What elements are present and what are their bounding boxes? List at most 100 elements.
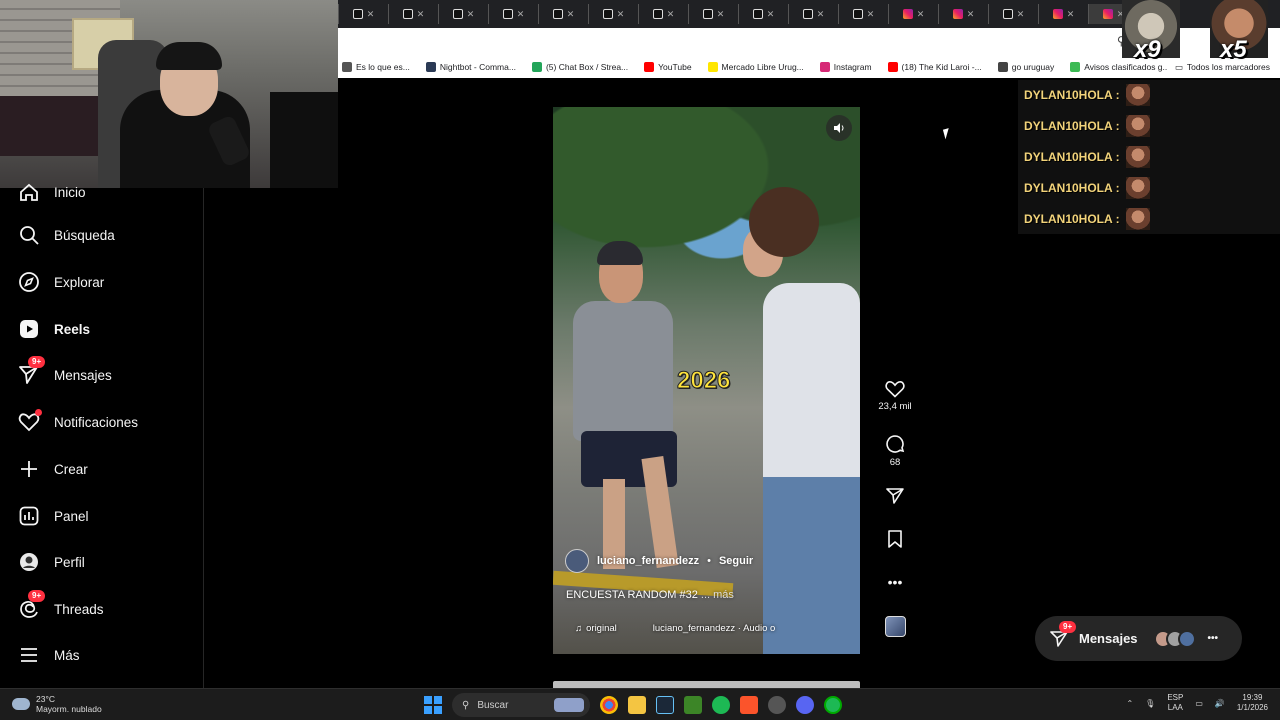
close-icon[interactable]: ✕	[517, 9, 525, 20]
steam-icon[interactable]	[656, 696, 674, 714]
share-action[interactable]	[873, 487, 917, 505]
browser-tab[interactable]: ✕	[488, 4, 538, 24]
bookmark-label: go uruguay	[1011, 62, 1055, 72]
bookmark-item[interactable]: YouTube	[644, 62, 692, 72]
browser-tab[interactable]: ✕	[888, 4, 938, 24]
close-icon[interactable]: ✕	[567, 9, 575, 20]
bookmark-item[interactable]: Nightbot - Comma...	[425, 62, 516, 72]
browser-tab[interactable]: ✕	[688, 4, 738, 24]
reel-video[interactable]: 2026 luciano_fernandezz • Seguir ENCUEST…	[553, 107, 860, 654]
chat-emote	[1125, 208, 1150, 230]
tiktok-icon	[502, 9, 513, 19]
browser-tab[interactable]: ✕	[738, 4, 788, 24]
sidebar-item-plus[interactable]: Crear	[18, 458, 88, 480]
app-icon[interactable]	[768, 696, 786, 714]
bookmark-item[interactable]: Instagram	[819, 62, 872, 72]
browser-tab[interactable]: ✕	[838, 4, 888, 24]
bookmark-item[interactable]: Es lo que es...	[342, 62, 410, 72]
close-icon[interactable]: ✕	[667, 9, 675, 20]
close-icon[interactable]: ✕	[417, 9, 425, 20]
bookmark-item[interactable]: (5) Chat Box / Strea...	[531, 62, 628, 72]
close-icon[interactable]: ✕	[1067, 9, 1075, 20]
sidebar-item-home[interactable]: Inicio	[18, 181, 86, 203]
language-indicator[interactable]: ESP LAA	[1167, 693, 1183, 713]
chrome-icon[interactable]	[600, 696, 618, 714]
author-username[interactable]: luciano_fernandezz	[597, 555, 699, 567]
more-options-button[interactable]: •••	[873, 574, 917, 590]
browser-tab[interactable]: ✕	[388, 4, 438, 24]
minecraft-icon[interactable]	[684, 696, 702, 714]
bookmark-item[interactable]: (18) The Kid Laroi -...	[887, 62, 982, 72]
chart-icon	[18, 505, 40, 527]
send-icon[interactable]	[885, 487, 905, 505]
comment-icon[interactable]	[885, 434, 905, 454]
more-link[interactable]: ... más	[701, 589, 734, 601]
bookmark-label: Es lo que es...	[356, 62, 410, 72]
close-icon[interactable]: ✕	[867, 9, 875, 20]
close-icon[interactable]: ✕	[1017, 9, 1025, 20]
clock[interactable]: 19:39 1/1/2026	[1237, 693, 1268, 713]
bookmark-item[interactable]: Mercado Libre Urug...	[707, 62, 804, 72]
close-icon[interactable]: ✕	[817, 9, 825, 20]
streamer-cap	[156, 42, 222, 70]
sidebar-item-compass[interactable]: Explorar	[18, 271, 104, 293]
sidebar-item-threads[interactable]: 9+ Threads	[18, 590, 104, 620]
audio-thumbnail[interactable]	[885, 616, 906, 637]
network-icon[interactable]: ▭	[1195, 699, 1203, 708]
close-icon[interactable]: ✕	[767, 9, 775, 20]
like-action[interactable]: 23,4 mil	[873, 380, 917, 412]
browser-tab[interactable]: ✕	[538, 4, 588, 24]
browser-tab[interactable]: ✕	[938, 4, 988, 24]
brave-icon[interactable]	[740, 696, 758, 714]
app-green-icon[interactable]	[824, 696, 842, 714]
author-avatar[interactable]	[565, 549, 589, 573]
messages-pill[interactable]: 9+ Mensajes •••	[1035, 616, 1242, 661]
chevron-up-icon[interactable]: ⌃	[1126, 699, 1133, 708]
bookmark-label: YouTube	[658, 62, 692, 72]
file-explorer-icon[interactable]	[628, 696, 646, 714]
browser-tab[interactable]: ✕	[338, 4, 388, 24]
reel-audio[interactable]: ♫ original luciano_fernandezz · Audio o	[575, 623, 775, 634]
browser-tab[interactable]: ✕	[1038, 4, 1088, 24]
browser-tab[interactable]: ✕	[988, 4, 1038, 24]
taskbar-search[interactable]: ⚲ Buscar	[452, 693, 590, 717]
close-icon[interactable]: ✕	[717, 9, 725, 20]
browser-tab[interactable]: ✕	[588, 4, 638, 24]
ellipsis-icon[interactable]: •••	[888, 574, 903, 590]
close-icon[interactable]: ✕	[967, 9, 975, 20]
close-icon[interactable]: ✕	[367, 9, 375, 20]
message-avatars	[1153, 629, 1196, 648]
sidebar-item-search[interactable]: Búsqueda	[18, 224, 115, 246]
windows-start-icon[interactable]	[424, 696, 442, 714]
microphone-icon[interactable]: 🎙	[1145, 699, 1155, 708]
browser-tab[interactable]: ✕	[438, 4, 488, 24]
browser-tab[interactable]: ✕	[788, 4, 838, 24]
sidebar-item-messenger[interactable]: 9+ Mensajes	[18, 356, 112, 386]
tiktok-icon	[352, 9, 363, 19]
comment-action[interactable]: 68	[873, 434, 917, 468]
close-icon[interactable]: ✕	[617, 9, 625, 20]
heart-icon[interactable]	[885, 380, 905, 398]
all-bookmarks-button[interactable]: ▭ Todos los marcadores	[1166, 56, 1270, 78]
spotify-icon[interactable]	[712, 696, 730, 714]
sidebar-item-chart[interactable]: Panel	[18, 505, 89, 527]
sidebar-item-reels[interactable]: Reels	[18, 318, 90, 340]
reel-caption: ENCUESTA RANDOM #32 ... más	[566, 589, 734, 601]
volume-icon[interactable]: 🔊	[1215, 699, 1225, 708]
sidebar-item-menu[interactable]: Más	[18, 644, 80, 666]
close-icon[interactable]: ✕	[917, 9, 925, 20]
discord-icon[interactable]	[796, 696, 814, 714]
bookmark-item[interactable]: go uruguay	[997, 62, 1055, 72]
sidebar-item-heart[interactable]: Notificaciones	[18, 409, 138, 433]
mute-button[interactable]	[826, 115, 852, 141]
weather-widget[interactable]: 23°C Mayorm. nublado	[12, 694, 102, 714]
close-icon[interactable]: ✕	[467, 9, 475, 20]
sidebar-item-avatar[interactable]: Perfil	[18, 551, 85, 573]
sidebar-item-label: Inicio	[54, 184, 86, 200]
save-action[interactable]	[873, 530, 917, 548]
browser-tab[interactable]: ✕	[638, 4, 688, 24]
follow-button[interactable]: Seguir	[719, 555, 753, 567]
bookmark-icon[interactable]	[887, 530, 903, 548]
home-icon	[18, 181, 40, 203]
instagram-icon	[902, 9, 913, 19]
